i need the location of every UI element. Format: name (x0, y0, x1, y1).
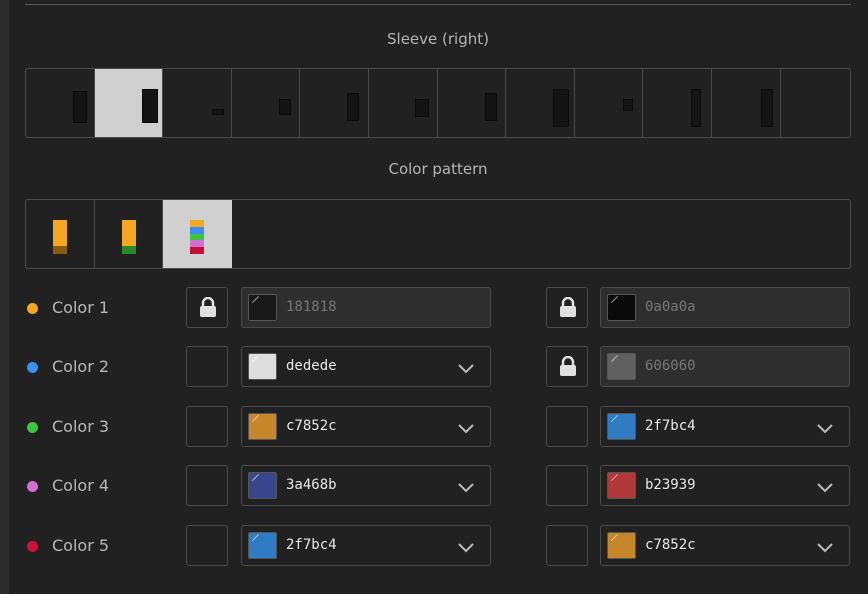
color-label: Color 2 (52, 357, 110, 376)
lock-toggle[interactable] (546, 525, 588, 566)
sleeve-option[interactable] (163, 69, 232, 137)
sleeve-option[interactable] (94, 69, 164, 137)
sleeve-icon (760, 89, 773, 127)
sleeve-icon (414, 99, 429, 117)
color-swatch (248, 353, 277, 380)
color-swatch (248, 413, 277, 440)
sleeve-icon (278, 99, 291, 115)
color-label: Color 5 (52, 536, 110, 555)
lock-toggle[interactable] (186, 346, 228, 387)
chevron-down-icon[interactable] (458, 478, 474, 497)
color-select-left[interactable]: 3a468b (241, 465, 491, 506)
color-pattern-options (25, 199, 851, 269)
sleeve-icon (212, 109, 225, 115)
sleeve-option[interactable] (438, 69, 507, 137)
color-select-right[interactable]: b23939 (600, 465, 850, 506)
color-swatch (607, 353, 636, 380)
sleeve-pattern-icon (121, 220, 136, 254)
color-dot (27, 303, 38, 314)
lock-toggle[interactable] (546, 287, 588, 328)
color-row: Color 5 2f7bc4 c7852c (0, 525, 868, 567)
chevron-down-icon[interactable] (817, 478, 833, 497)
sleeve-icon (141, 89, 158, 123)
sleeve-icon (691, 89, 702, 127)
color-row: Color 3 c7852c 2f7bc4 (0, 406, 868, 448)
color-select-right[interactable]: c7852c (600, 525, 850, 566)
sleeve-icon (484, 93, 497, 121)
color-swatch (248, 472, 277, 499)
sleeve-option[interactable] (712, 69, 781, 137)
lock-toggle[interactable] (546, 406, 588, 447)
sleeve-option[interactable] (781, 69, 850, 137)
color-row: Color 4 3a468b b23939 (0, 465, 868, 507)
color-value: 2f7bc4 (645, 418, 696, 434)
color-dot (27, 362, 38, 373)
sleeve-icon (553, 89, 570, 127)
color-label: Color 3 (52, 417, 110, 436)
color-dot (27, 541, 38, 552)
color-value: dedede (286, 358, 337, 374)
sleeve-heading: Sleeve (right) (387, 30, 489, 48)
sleeve-option[interactable] (369, 69, 438, 137)
chevron-down-icon[interactable] (458, 359, 474, 378)
color-pattern-option[interactable] (163, 200, 232, 268)
color-value: 606060 (645, 358, 696, 374)
color-value: c7852c (286, 418, 337, 434)
divider (25, 4, 851, 5)
color-swatch (248, 294, 277, 321)
color-swatch (607, 294, 636, 321)
color-select-right: 0a0a0a (600, 287, 850, 328)
color-label: Color 1 (52, 298, 110, 317)
lock-toggle[interactable] (186, 287, 228, 328)
color-dot (27, 422, 38, 433)
color-pattern-option[interactable] (95, 200, 164, 268)
color-value: 0a0a0a (645, 299, 696, 315)
chevron-down-icon[interactable] (817, 419, 833, 438)
color-swatch (607, 472, 636, 499)
color-select-left[interactable]: c7852c (241, 406, 491, 447)
sleeve-option[interactable] (232, 69, 301, 137)
color-swatch (248, 532, 277, 559)
color-row: Color 1 181818 0a0a0a (0, 287, 868, 329)
color-select-right[interactable]: 2f7bc4 (600, 406, 850, 447)
color-swatch (607, 532, 636, 559)
color-pattern-heading: Color pattern (388, 160, 488, 178)
color-select-left[interactable]: dedede (241, 346, 491, 387)
sleeve-icon (622, 99, 633, 111)
chevron-down-icon[interactable] (817, 538, 833, 557)
color-select-left[interactable]: 2f7bc4 (241, 525, 491, 566)
lock-toggle[interactable] (546, 465, 588, 506)
color-value: b23939 (645, 477, 696, 493)
color-value: 3a468b (286, 477, 337, 493)
sleeve-icon (73, 91, 87, 123)
sleeve-option[interactable] (26, 69, 95, 137)
sleeve-options (25, 68, 851, 138)
sleeve-option[interactable] (300, 69, 369, 137)
color-dot (27, 481, 38, 492)
lock-toggle[interactable] (546, 346, 588, 387)
sleeve-option[interactable] (506, 69, 575, 137)
lock-toggle[interactable] (186, 525, 228, 566)
color-pattern-option[interactable] (26, 200, 95, 268)
color-value: c7852c (645, 537, 696, 553)
color-value: 181818 (286, 299, 337, 315)
chevron-down-icon[interactable] (458, 419, 474, 438)
lock-toggle[interactable] (186, 406, 228, 447)
sleeve-option[interactable] (643, 69, 712, 137)
color-swatch (607, 413, 636, 440)
color-value: 2f7bc4 (286, 537, 337, 553)
color-select-left: 181818 (241, 287, 491, 328)
sleeve-icon (347, 93, 360, 121)
color-label: Color 4 (52, 476, 110, 495)
lock-toggle[interactable] (186, 465, 228, 506)
color-row: Color 2 dedede 606060 (0, 346, 868, 388)
sleeve-pattern-icon (190, 220, 205, 254)
color-select-right: 606060 (600, 346, 850, 387)
sleeve-option[interactable] (575, 69, 644, 137)
chevron-down-icon[interactable] (458, 538, 474, 557)
sleeve-pattern-icon (53, 220, 67, 254)
